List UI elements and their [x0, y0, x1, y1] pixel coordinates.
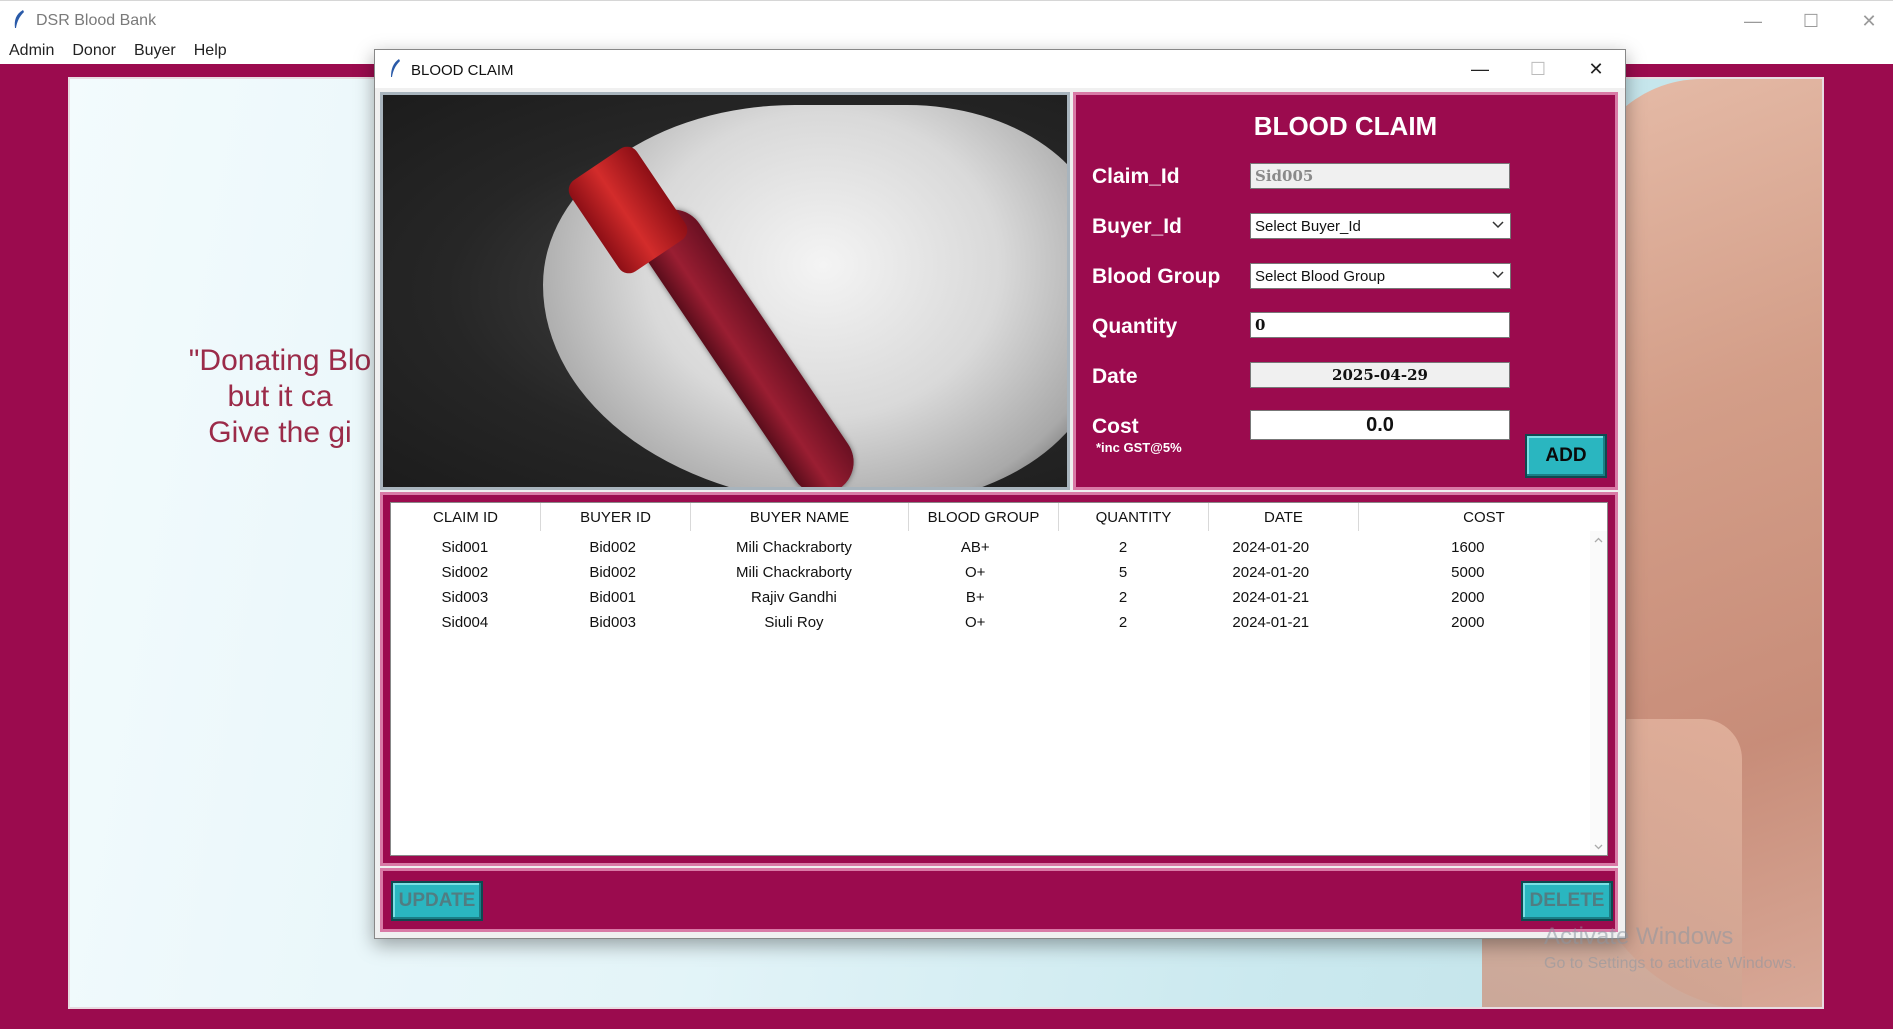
- delete-button[interactable]: DELETE: [1521, 881, 1613, 921]
- cell-buyer-id: Bid001: [589, 589, 637, 606]
- scroll-up-icon[interactable]: [1593, 535, 1604, 546]
- quantity-field[interactable]: 0: [1250, 312, 1510, 338]
- claim-id-label: Claim_Id: [1092, 165, 1180, 188]
- main-window-title: DSR Blood Bank: [36, 12, 157, 29]
- watermark-title: Activate Windows: [1544, 923, 1734, 950]
- main-titlebar: DSR Blood Bank — ☐ ✕: [0, 0, 1893, 40]
- column-header[interactable]: BLOOD GROUP: [909, 503, 1059, 531]
- dialog-close-button[interactable]: ✕: [1567, 50, 1625, 88]
- cost-field: 0.0: [1250, 410, 1510, 440]
- table-vertical-scrollbar[interactable]: [1590, 531, 1607, 855]
- blood-sample-photo: [380, 92, 1070, 490]
- menu-buyer[interactable]: Buyer: [125, 40, 185, 64]
- cell-quantity: 2: [1118, 614, 1128, 631]
- dialog-minimize-button[interactable]: —: [1451, 50, 1509, 88]
- cell-buyer-id: Bid002: [589, 539, 637, 556]
- table-row[interactable]: Sid002 Bid002 Mili Chackraborty O+ 5 202…: [391, 560, 1591, 585]
- cell-buyer-name: Rajiv Gandhi: [751, 589, 837, 606]
- column-header[interactable]: QUANTITY: [1059, 503, 1209, 531]
- quantity-label: Quantity: [1092, 315, 1178, 338]
- blood-claim-dialog: BLOOD CLAIM — ☐ ✕ BLOOD CLAIM Claim_Id S…: [374, 49, 1626, 939]
- feather-icon: [391, 59, 400, 77]
- blood-group-selected: Select Blood Group: [1255, 268, 1386, 285]
- cell-claim-id: Sid003: [441, 589, 489, 606]
- cost-gst-note: *inc GST@5%: [1096, 440, 1182, 455]
- cell-blood-group: O+: [965, 564, 986, 581]
- table-row[interactable]: Sid003 Bid001 Rajiv Gandhi B+ 2 2024-01-…: [391, 585, 1591, 610]
- scroll-down-icon[interactable]: [1593, 841, 1604, 852]
- claim-id-field: Sid005: [1250, 163, 1510, 189]
- cell-buyer-name: Mili Chackraborty: [736, 539, 852, 556]
- cell-claim-id: Sid002: [441, 564, 489, 581]
- chevron-down-icon: [1492, 221, 1504, 229]
- maximize-button[interactable]: ☐: [1782, 1, 1840, 41]
- cell-cost: 5000: [1451, 564, 1485, 581]
- column-header[interactable]: BUYER NAME: [691, 503, 909, 531]
- update-button[interactable]: UPDATE: [391, 881, 483, 921]
- watermark-subtitle: Go to Settings to activate Windows.: [1544, 955, 1797, 972]
- cell-buyer-name: Siuli Roy: [764, 614, 824, 631]
- cell-date: 2024-01-20: [1232, 564, 1310, 581]
- cell-claim-id: Sid004: [441, 614, 489, 631]
- action-button-panel: UPDATE DELETE: [380, 868, 1618, 932]
- cell-blood-group: O+: [965, 614, 986, 631]
- cell-cost: 2000: [1451, 614, 1485, 631]
- menu-help[interactable]: Help: [185, 40, 236, 64]
- column-header[interactable]: BUYER ID: [541, 503, 691, 531]
- cell-cost: 1600: [1451, 539, 1485, 556]
- table-row[interactable]: Sid004 Bid003 Siuli Roy O+ 2 2024-01-21 …: [391, 610, 1591, 635]
- cell-date: 2024-01-20: [1232, 539, 1310, 556]
- column-header[interactable]: CLAIM ID: [391, 503, 541, 531]
- blood-group-select[interactable]: Select Blood Group: [1250, 263, 1511, 289]
- minimize-button[interactable]: —: [1724, 1, 1782, 41]
- menu-admin[interactable]: Admin: [0, 40, 63, 64]
- cell-quantity: 5: [1118, 564, 1128, 581]
- cell-date: 2024-01-21: [1232, 614, 1310, 631]
- cell-date: 2024-01-21: [1232, 589, 1310, 606]
- chevron-down-icon: [1492, 271, 1504, 279]
- blood-group-label: Blood Group: [1092, 265, 1221, 288]
- cell-cost: 2000: [1451, 589, 1485, 606]
- cell-blood-group: B+: [965, 589, 985, 606]
- form-title: BLOOD CLAIM: [1253, 111, 1438, 141]
- cell-buyer-id: Bid003: [589, 614, 637, 631]
- cell-buyer-id: Bid002: [589, 564, 637, 581]
- activation-watermark: Activate Windows Go to Settings to activ…: [1544, 923, 1797, 973]
- table-row[interactable]: Sid001 Bid002 Mili Chackraborty AB+ 2 20…: [391, 535, 1591, 560]
- cost-label: Cost: [1092, 415, 1139, 438]
- feather-icon: [14, 10, 24, 28]
- menu-donor[interactable]: Donor: [63, 40, 125, 64]
- claims-table-panel: CLAIM ID BUYER ID BUYER NAME BLOOD GROUP…: [380, 492, 1618, 866]
- date-field: 2025-04-29: [1250, 362, 1510, 388]
- column-header[interactable]: COST: [1359, 503, 1607, 531]
- cell-quantity: 2: [1118, 539, 1128, 556]
- buyer-id-select[interactable]: Select Buyer_Id: [1250, 213, 1511, 239]
- cell-claim-id: Sid001: [441, 539, 489, 556]
- buyer-id-selected: Select Buyer_Id: [1255, 218, 1361, 235]
- claims-table: CLAIM ID BUYER ID BUYER NAME BLOOD GROUP…: [390, 502, 1608, 856]
- cell-blood-group: AB+: [960, 539, 990, 556]
- claim-form: BLOOD CLAIM Claim_Id Sid005 Buyer_Id Sel…: [1073, 92, 1618, 490]
- table-header: CLAIM ID BUYER ID BUYER NAME BLOOD GROUP…: [391, 503, 1607, 531]
- dialog-maximize-button[interactable]: ☐: [1509, 50, 1567, 88]
- column-header[interactable]: DATE: [1209, 503, 1359, 531]
- close-button[interactable]: ✕: [1840, 1, 1893, 41]
- cell-buyer-name: Mili Chackraborty: [736, 564, 852, 581]
- buyer-id-label: Buyer_Id: [1092, 215, 1182, 238]
- dialog-title: BLOOD CLAIM: [411, 62, 514, 79]
- cell-quantity: 2: [1118, 589, 1128, 606]
- dialog-titlebar: BLOOD CLAIM — ☐ ✕: [375, 50, 1625, 88]
- date-label: Date: [1092, 365, 1138, 388]
- add-button[interactable]: ADD: [1525, 434, 1607, 478]
